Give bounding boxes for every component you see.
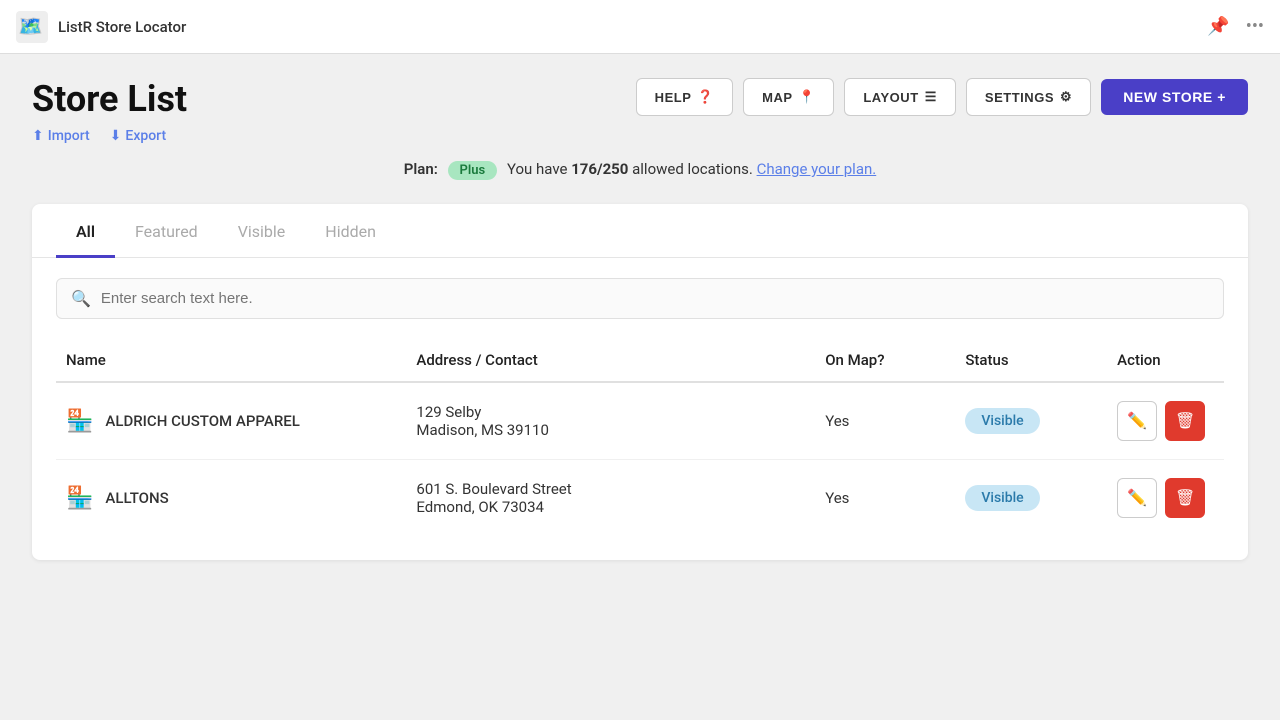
pin-icon[interactable]: 📌 bbox=[1207, 16, 1229, 37]
col-header-onmap: On Map? bbox=[815, 339, 955, 382]
page-title: Store List bbox=[32, 78, 187, 120]
store-table: Name Address / Contact On Map? Status Ac… bbox=[56, 339, 1224, 536]
top-bar: 🗺️ ListR Store Locator 📌 ••• bbox=[0, 0, 1280, 54]
layout-icon: ☰ bbox=[925, 89, 937, 105]
import-icon: ⬆ bbox=[32, 128, 44, 144]
new-store-button[interactable]: NEW STORE + bbox=[1101, 79, 1248, 115]
search-input[interactable] bbox=[101, 290, 1209, 307]
store-icon-1: 🏪 bbox=[66, 486, 93, 511]
main-content: Store List ⬆ Import ⬇ Export HELP ❓ MAP … bbox=[0, 54, 1280, 584]
store-action-cell-0: ✏️ 🗑 bbox=[1107, 382, 1224, 460]
store-action-cell-1: ✏️ 🗑 bbox=[1107, 460, 1224, 537]
table-row: 🏪 ALDRICH CUSTOM APPAREL 129 Selby Madis… bbox=[56, 382, 1224, 460]
plan-description-prefix: You have bbox=[507, 160, 571, 178]
help-button[interactable]: HELP ❓ bbox=[636, 78, 733, 116]
toolbar-buttons: HELP ❓ MAP 📍 LAYOUT ☰ SETTINGS ⚙ NEW STO… bbox=[636, 78, 1248, 116]
store-onmap-1: Yes bbox=[825, 489, 849, 507]
page-header: Store List ⬆ Import ⬇ Export HELP ❓ MAP … bbox=[32, 78, 1248, 144]
store-onmap-0: Yes bbox=[825, 412, 849, 430]
tab-visible[interactable]: Visible bbox=[218, 204, 306, 258]
app-icon: 🗺️ bbox=[16, 11, 48, 43]
map-icon: 📍 bbox=[799, 89, 816, 105]
store-status-cell-1: Visible bbox=[955, 460, 1107, 537]
settings-icon: ⚙ bbox=[1060, 89, 1072, 105]
map-label: MAP bbox=[762, 90, 792, 105]
map-button[interactable]: MAP 📍 bbox=[743, 78, 834, 116]
store-address1-1: 601 S. Boulevard Street bbox=[416, 480, 805, 498]
settings-button[interactable]: SETTINGS ⚙ bbox=[966, 78, 1091, 116]
tab-all[interactable]: All bbox=[56, 204, 115, 258]
top-bar-left: 🗺️ ListR Store Locator bbox=[16, 11, 186, 43]
store-address2-0: Madison, MS 39110 bbox=[416, 421, 805, 439]
search-icon: 🔍 bbox=[71, 289, 91, 308]
tab-featured[interactable]: Featured bbox=[115, 204, 218, 258]
store-name-0: ALDRICH CUSTOM APPAREL bbox=[105, 412, 299, 430]
store-address1-0: 129 Selby bbox=[416, 403, 805, 421]
search-box: 🔍 bbox=[56, 278, 1224, 319]
status-badge-1: Visible bbox=[965, 485, 1039, 511]
layout-button[interactable]: LAYOUT ☰ bbox=[844, 78, 956, 116]
delete-button-0[interactable]: 🗑 bbox=[1165, 401, 1205, 441]
svg-text:🗺️: 🗺️ bbox=[18, 14, 43, 38]
plan-label: Plan: bbox=[404, 160, 438, 178]
plan-description-suffix: allowed locations. bbox=[632, 160, 753, 178]
tab-bar: All Featured Visible Hidden bbox=[32, 204, 1248, 258]
store-name-1: ALLTONS bbox=[105, 489, 168, 507]
layout-label: LAYOUT bbox=[863, 90, 918, 105]
col-header-action: Action bbox=[1107, 339, 1224, 382]
store-onmap-cell-0: Yes bbox=[815, 382, 955, 460]
page-links: ⬆ Import ⬇ Export bbox=[32, 128, 187, 144]
col-header-name: Name bbox=[56, 339, 406, 382]
search-container: 🔍 bbox=[32, 258, 1248, 339]
plan-count: 176/250 bbox=[571, 160, 628, 178]
status-badge-0: Visible bbox=[965, 408, 1039, 434]
edit-button-0[interactable]: ✏️ bbox=[1117, 401, 1157, 441]
store-address2-1: Edmond, OK 73034 bbox=[416, 498, 805, 516]
store-address-cell-1: 601 S. Boulevard Street Edmond, OK 73034 bbox=[406, 460, 815, 537]
col-header-address: Address / Contact bbox=[406, 339, 815, 382]
delete-button-1[interactable]: 🗑 bbox=[1165, 478, 1205, 518]
top-bar-right: 📌 ••• bbox=[1207, 16, 1264, 37]
table-header: Name Address / Contact On Map? Status Ac… bbox=[56, 339, 1224, 382]
settings-label: SETTINGS bbox=[985, 90, 1054, 105]
help-icon: ❓ bbox=[697, 89, 714, 105]
store-status-cell-0: Visible bbox=[955, 382, 1107, 460]
plan-badge: Plus bbox=[448, 161, 498, 180]
help-label: HELP bbox=[655, 90, 692, 105]
app-title: ListR Store Locator bbox=[58, 18, 186, 36]
table-body: 🏪 ALDRICH CUSTOM APPAREL 129 Selby Madis… bbox=[56, 382, 1224, 536]
export-icon: ⬇ bbox=[110, 128, 122, 144]
more-options-icon[interactable]: ••• bbox=[1246, 16, 1264, 37]
col-header-status: Status bbox=[955, 339, 1107, 382]
export-link[interactable]: ⬇ Export bbox=[110, 128, 166, 144]
store-onmap-cell-1: Yes bbox=[815, 460, 955, 537]
edit-button-1[interactable]: ✏️ bbox=[1117, 478, 1157, 518]
change-plan-link[interactable]: Change your plan. bbox=[757, 160, 877, 178]
store-table-container: Name Address / Contact On Map? Status Ac… bbox=[32, 339, 1248, 560]
plan-bar: Plan: Plus You have 176/250 allowed loca… bbox=[32, 160, 1248, 180]
store-icon-0: 🏪 bbox=[66, 409, 93, 434]
page-header-left: Store List ⬆ Import ⬇ Export bbox=[32, 78, 187, 144]
store-name-cell-1: 🏪 ALLTONS bbox=[56, 460, 406, 537]
store-address-cell-0: 129 Selby Madison, MS 39110 bbox=[406, 382, 815, 460]
new-store-label: NEW STORE + bbox=[1123, 89, 1226, 105]
store-name-cell-0: 🏪 ALDRICH CUSTOM APPAREL bbox=[56, 382, 406, 460]
table-row: 🏪 ALLTONS 601 S. Boulevard Street Edmond… bbox=[56, 460, 1224, 537]
store-list-card: All Featured Visible Hidden 🔍 Name Addre… bbox=[32, 204, 1248, 560]
tab-hidden[interactable]: Hidden bbox=[305, 204, 396, 258]
import-link[interactable]: ⬆ Import bbox=[32, 128, 90, 144]
